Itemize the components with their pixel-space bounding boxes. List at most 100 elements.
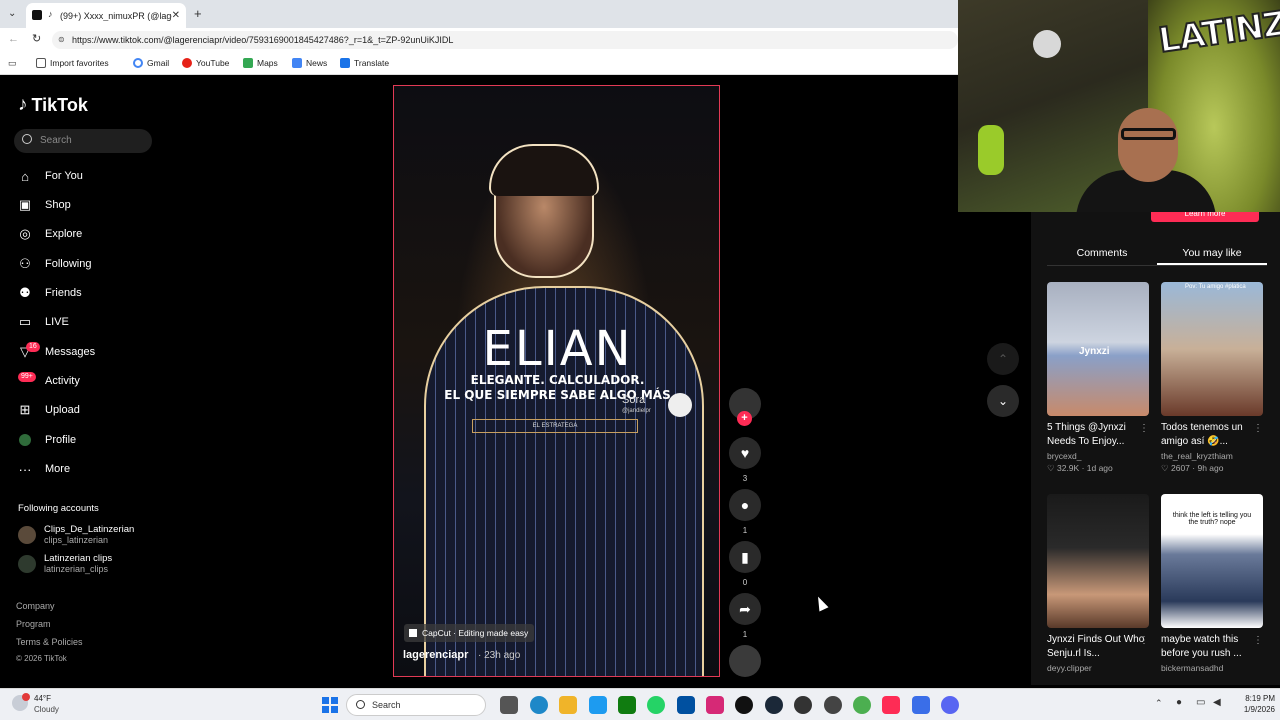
- tiktok-studio-icon[interactable]: [882, 696, 900, 714]
- nav-upload[interactable]: ⊞ Upload: [16, 399, 156, 421]
- webcam-figure: [978, 125, 1004, 175]
- capcut-badge[interactable]: CapCut · Editing made easy: [404, 624, 535, 642]
- taskbar-date[interactable]: 1/9/2026: [1231, 705, 1275, 714]
- previous-video-button[interactable]: ⌃: [987, 343, 1019, 375]
- search-input[interactable]: Search: [14, 129, 152, 153]
- card-more-icon[interactable]: ⋮: [1139, 635, 1149, 646]
- translate-icon: [340, 58, 350, 68]
- back-icon[interactable]: ←: [8, 33, 19, 45]
- obs-icon[interactable]: [794, 696, 812, 714]
- instagram-icon[interactable]: [706, 696, 724, 714]
- xbox-icon[interactable]: [618, 696, 636, 714]
- url-field[interactable]: ⊜ https://www.tiktok.com/@lagerenciapr/v…: [52, 31, 958, 49]
- speaker-icon[interactable]: ♪: [48, 9, 53, 19]
- nav-live[interactable]: ▭ LIVE: [16, 311, 156, 333]
- app-icon[interactable]: [912, 696, 930, 714]
- maps-icon: [243, 58, 253, 68]
- network-icon[interactable]: ▭: [1196, 697, 1205, 708]
- app-icon[interactable]: [824, 696, 842, 714]
- reload-icon[interactable]: ↻: [32, 32, 41, 45]
- bookmark-maps[interactable]: Maps: [243, 58, 278, 68]
- weather-temp[interactable]: 44°F: [34, 694, 51, 703]
- share-button[interactable]: ➦: [729, 593, 761, 625]
- steam-icon[interactable]: [765, 696, 783, 714]
- nav-following[interactable]: ⚇ Following: [16, 253, 156, 275]
- panel-tabs: Comments You may like: [1047, 244, 1267, 266]
- suggested-video-card[interactable]: Pov: Tu amigo #platica Todos tenemos un …: [1161, 282, 1263, 474]
- follow-plus-icon[interactable]: +: [737, 411, 752, 426]
- bookmark-import-favorites[interactable]: Import favorites: [36, 58, 109, 68]
- windows-taskbar: 44°F Cloudy Search ⌃ ● ▭ ◀ 8:19 PM 1/9/2…: [0, 688, 1280, 720]
- home-icon: ⌂: [21, 168, 29, 184]
- url-text: https://www.tiktok.com/@lagerenciapr/vid…: [72, 35, 454, 45]
- edge-icon[interactable]: [530, 696, 548, 714]
- tiktok-app-icon[interactable]: [735, 696, 753, 714]
- activity-badge: 99+: [18, 372, 36, 382]
- close-tab-icon[interactable]: ✕: [172, 10, 180, 21]
- file-explorer-icon[interactable]: [559, 696, 577, 714]
- discord-icon[interactable]: [941, 696, 959, 714]
- bookmark-news[interactable]: News: [292, 58, 327, 68]
- bookmark-icon: ▮: [741, 548, 749, 565]
- volume-icon[interactable]: ◀: [1213, 697, 1221, 708]
- bookmark-translate[interactable]: Translate: [340, 58, 389, 68]
- windows-start-icon[interactable]: [322, 697, 338, 713]
- card-more-icon[interactable]: ⋮: [1253, 635, 1263, 646]
- comment-button[interactable]: ●: [729, 489, 761, 521]
- compass-icon: ◎: [19, 226, 31, 241]
- video-player[interactable]: ELIAN ELEGANTE. CALCULADOR. EL QUE SIEMP…: [393, 85, 720, 677]
- taskbar-clock[interactable]: 8:19 PM: [1231, 694, 1275, 703]
- sidebar-toggle-icon[interactable]: ▭: [8, 58, 17, 69]
- card-more-icon[interactable]: ⋮: [1253, 423, 1263, 434]
- nav-shop[interactable]: ▣ Shop: [16, 194, 156, 216]
- taskbar-search[interactable]: Search: [346, 694, 486, 716]
- tab-list-icon[interactable]: ⌄: [8, 8, 16, 19]
- nav-for-you[interactable]: ⌂ For You: [16, 165, 156, 187]
- video-thumbnail: Jynxzi: [1047, 282, 1149, 416]
- tiktok-logo[interactable]: ♪ TikTok: [18, 94, 88, 116]
- suggested-video-card[interactable]: Jynxzi Finds Out Who Senju.rl Is... deyy…: [1047, 494, 1149, 673]
- bookmark-youtube[interactable]: YouTube: [182, 58, 229, 68]
- footer-company-link[interactable]: Company: [16, 601, 55, 611]
- footer-terms-link[interactable]: Terms & Policies: [16, 637, 83, 647]
- following-accounts-title: Following accounts: [18, 503, 99, 514]
- following-account-item[interactable]: Clips_De_Latinzerian clips_latinzerian: [18, 524, 134, 545]
- suggested-video-card[interactable]: think the left is telling you the truth?…: [1161, 494, 1263, 673]
- bookmarks-bar: ▭ Import favorites Gmail YouTube Maps Ne…: [0, 52, 958, 75]
- next-video-button[interactable]: ⌄: [987, 385, 1019, 417]
- whatsapp-icon[interactable]: [647, 696, 665, 714]
- tray-chevron-icon[interactable]: ⌃: [1155, 698, 1163, 709]
- sound-disc[interactable]: [729, 645, 761, 677]
- footer-program-link[interactable]: Program: [16, 619, 51, 629]
- chevron-down-icon: ⌄: [997, 394, 1009, 408]
- suggested-video-card[interactable]: Jynxzi 5 Things @Jynxzi Needs To Enjoy..…: [1047, 282, 1149, 474]
- nav-profile[interactable]: Profile: [16, 429, 156, 451]
- tab-you-may-like[interactable]: You may like: [1157, 244, 1267, 265]
- nav-more[interactable]: ··· More: [16, 458, 156, 480]
- chrome-icon[interactable]: [853, 696, 871, 714]
- nav-activity[interactable]: Activity: [16, 370, 156, 392]
- store-icon[interactable]: [677, 696, 695, 714]
- address-bar: ← ↻ ⊜ https://www.tiktok.com/@lagerencia…: [0, 28, 958, 52]
- microphone-icon[interactable]: ●: [1176, 697, 1182, 708]
- video-role-label: EL ESTRATEGA: [472, 419, 638, 433]
- mouse-cursor: [813, 594, 829, 612]
- card-title: maybe watch this before you rush ...: [1161, 634, 1242, 659]
- task-view-icon[interactable]: [500, 696, 518, 714]
- browser-tab-active[interactable]: ♪ (99+) Xxxx_nimuxPR (@lagere ✕: [26, 3, 186, 28]
- nav-friends[interactable]: ⚉ Friends: [16, 282, 156, 304]
- site-info-icon[interactable]: ⊜: [58, 35, 65, 44]
- tab-comments[interactable]: Comments: [1047, 244, 1157, 265]
- card-username: the_real_kryzthiam: [1161, 451, 1233, 461]
- new-tab-icon[interactable]: +: [194, 6, 202, 21]
- following-account-item[interactable]: Latinzerian clips latinzerian_clips: [18, 553, 112, 574]
- card-more-icon[interactable]: ⋮: [1139, 423, 1149, 434]
- bookmark-gmail[interactable]: Gmail: [133, 58, 169, 68]
- video-author[interactable]: lagerenciapr: [403, 649, 468, 661]
- save-button[interactable]: ▮: [729, 541, 761, 573]
- twitter-icon[interactable]: [589, 696, 607, 714]
- like-button[interactable]: ♥: [729, 437, 761, 469]
- youtube-icon: [182, 58, 192, 68]
- nav-explore[interactable]: ◎ Explore: [16, 223, 156, 245]
- card-title: Jynxzi Finds Out Who Senju.rl Is...: [1047, 634, 1145, 659]
